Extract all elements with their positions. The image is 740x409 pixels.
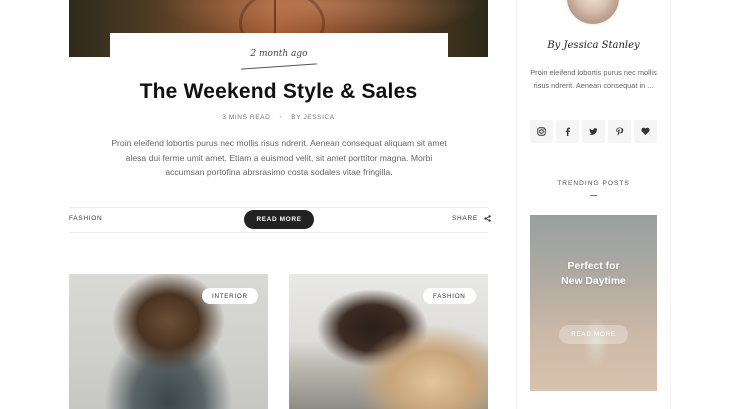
category-badge[interactable]: INTERIOR (202, 288, 258, 304)
author-bio: Proin eleifend lobortis purus nec mollis… (530, 68, 657, 90)
author-link[interactable]: BY JESSICA (291, 114, 334, 121)
pinterest-icon (616, 127, 624, 136)
instagram-icon (537, 127, 546, 136)
trending-headline-line: New Daytime (561, 275, 626, 287)
trending-post-headline[interactable]: Perfect for New Daytime (530, 260, 657, 289)
author-signature: By Jessica Stanley (547, 40, 640, 51)
read-more-button[interactable]: READ MORE (244, 210, 314, 229)
sidebar-divider (516, 0, 517, 409)
footer-divider-top (69, 207, 488, 208)
footer-divider-bottom (69, 232, 488, 233)
twitter-icon (589, 128, 598, 135)
read-time: 3 MINS READ (222, 114, 271, 121)
post-excerpt: Proin eleifend lobortis purus nec mollis… (111, 138, 447, 178)
facebook-icon (565, 127, 570, 136)
category-link[interactable]: FASHION (69, 215, 102, 222)
social-links (530, 120, 657, 143)
trending-post-card[interactable]: Perfect for New Daytime READ MORE (530, 215, 657, 391)
post-title[interactable]: The Weekend Style & Sales (69, 80, 488, 104)
author-avatar (565, 0, 621, 26)
instagram-button[interactable] (530, 120, 553, 143)
grid-post-image-fashion[interactable]: FASHION (289, 274, 488, 409)
heart-icon (641, 127, 650, 136)
post-meta: 3 MINS READ • BY JESSICA (69, 114, 488, 121)
pinterest-button[interactable] (608, 120, 631, 143)
share-icon (484, 215, 491, 222)
share-label: SHARE (452, 215, 478, 222)
category-badge[interactable]: FASHION (423, 288, 476, 304)
post-date: 2 month ago (250, 49, 308, 59)
meta-separator: • (279, 114, 283, 121)
trending-headline-line: Perfect for (567, 261, 620, 272)
trending-read-more-button[interactable]: READ MORE (559, 325, 628, 344)
facebook-button[interactable] (556, 120, 579, 143)
twitter-button[interactable] (582, 120, 605, 143)
share-button[interactable]: SHARE (452, 215, 491, 222)
heart-button[interactable] (634, 120, 657, 143)
sidebar-edge (670, 0, 671, 409)
grid-post-image-interior[interactable]: INTERIOR (69, 274, 268, 409)
trending-posts-title: TRENDING POSTS (557, 180, 630, 187)
trending-title-underline (590, 195, 597, 196)
